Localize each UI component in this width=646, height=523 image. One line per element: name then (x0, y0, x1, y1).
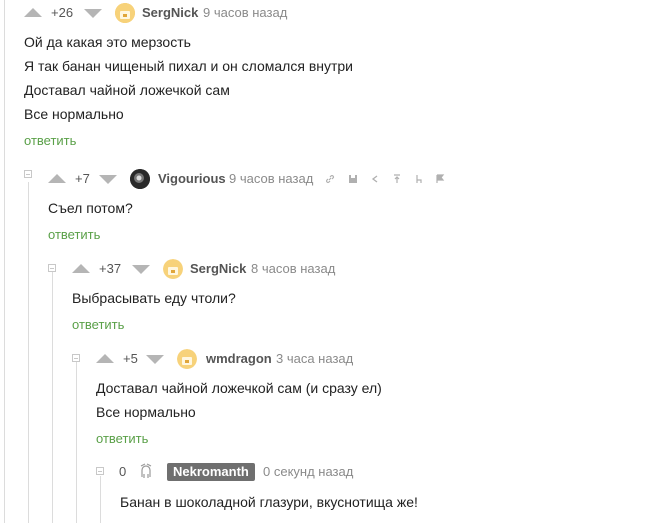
comment-text-line: Съел потом? (48, 200, 133, 216)
default-avatar-icon (115, 3, 135, 23)
default-avatar-icon (177, 349, 197, 369)
comment-time[interactable]: 3 часа назад (276, 351, 353, 367)
rating: +5 (123, 351, 138, 366)
author-name[interactable]: wmdragon (206, 351, 272, 367)
avatar[interactable] (136, 462, 156, 482)
comment-text-line: Я так банан чищеный пихал и он сломался … (24, 58, 353, 74)
reply-link[interactable]: ответить (72, 317, 124, 333)
collapse-button[interactable] (96, 467, 104, 475)
collapse-button[interactable] (48, 264, 56, 272)
upvote-button[interactable] (96, 354, 114, 363)
skull-avatar-icon (140, 463, 152, 478)
author-name[interactable]: SergNick (142, 5, 198, 21)
comment-text-line: Банан в шоколадной глазури, вкуснотища ж… (120, 494, 418, 510)
top-icon[interactable] (392, 174, 402, 184)
default-avatar-icon (163, 259, 183, 279)
avatar[interactable] (163, 259, 183, 279)
author-name[interactable]: SergNick (190, 261, 246, 277)
comment-time[interactable]: 9 часов назад (229, 171, 313, 187)
comment-text-line: Выбрасывать еду чтоли? (72, 290, 236, 306)
comment-text-line: Доставал чайной ложечкой сам (и сразу ел… (96, 380, 382, 396)
branch-icon[interactable] (414, 174, 424, 184)
reply-link[interactable]: ответить (24, 133, 76, 149)
link-icon[interactable] (325, 174, 335, 184)
author-badge[interactable]: Nekromanth (167, 463, 255, 481)
thread-line (28, 182, 29, 523)
thread-line (4, 0, 5, 523)
report-flag-icon[interactable] (435, 174, 445, 184)
rating: +37 (99, 261, 122, 276)
reply-link[interactable]: ответить (48, 227, 100, 243)
downvote-button[interactable] (132, 265, 150, 274)
comment-time[interactable]: 0 секунд назад (263, 464, 353, 480)
downvote-button[interactable] (99, 175, 117, 184)
avatar[interactable] (130, 169, 150, 189)
avatar[interactable] (177, 349, 197, 369)
collapse-button[interactable] (24, 170, 32, 178)
author-name[interactable]: Vigourious (158, 171, 226, 187)
collapse-button[interactable] (72, 354, 80, 362)
share-icon[interactable] (370, 174, 380, 184)
upvote-button[interactable] (48, 174, 66, 183)
rating: 0 (119, 464, 127, 479)
downvote-button[interactable] (146, 355, 164, 364)
thread-line (100, 476, 101, 523)
save-icon[interactable] (348, 174, 358, 184)
avatar[interactable] (115, 3, 135, 23)
comment-time[interactable]: 9 часов назад (203, 5, 287, 21)
user-avatar-icon (130, 169, 150, 189)
rating: +26 (51, 5, 74, 20)
downvote-button[interactable] (84, 9, 102, 18)
comment-text-line: Ой да какая это мерзость (24, 34, 191, 50)
comment-time[interactable]: 8 часов назад (251, 261, 335, 277)
upvote-button[interactable] (24, 8, 42, 17)
comment-text-line: Все нормально (96, 404, 196, 420)
thread-line (76, 362, 77, 523)
thread-line (52, 272, 53, 523)
rating: +7 (75, 171, 90, 186)
reply-link[interactable]: ответить (96, 431, 148, 447)
upvote-button[interactable] (72, 264, 90, 273)
comment-text-line: Доставал чайной ложечкой сам (24, 82, 230, 98)
comment-text-line: Все нормально (24, 106, 124, 122)
